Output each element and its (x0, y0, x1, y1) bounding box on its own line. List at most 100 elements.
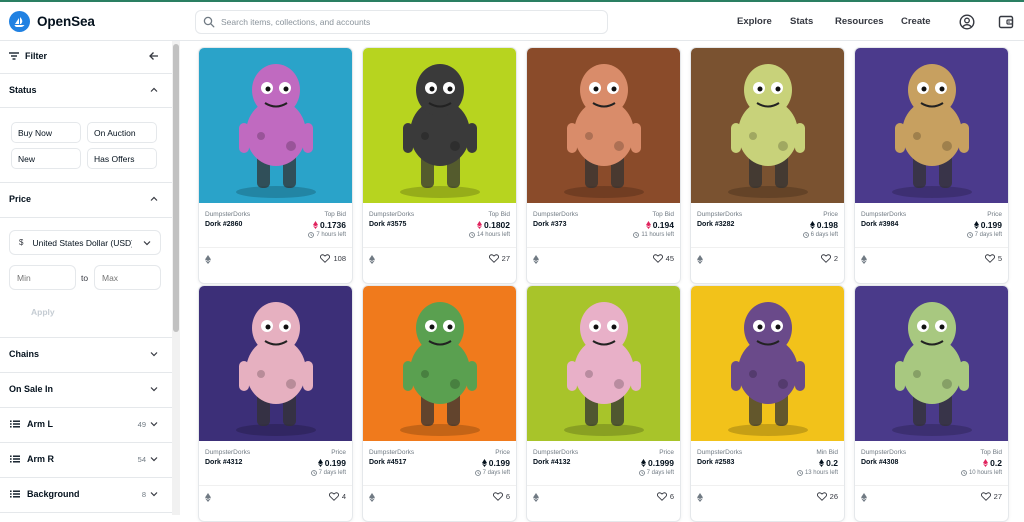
price-value: 0.2 (990, 458, 1002, 468)
divider (363, 485, 516, 486)
clock-icon (966, 232, 973, 238)
ethereum-icon (861, 255, 867, 264)
nft-card[interactable]: DumpsterDorks Dork #373 Top Bid 0.194 11 hou… (526, 47, 681, 284)
on-sale-in-title: On Sale In (9, 384, 54, 394)
price-value: 0.199 (324, 458, 346, 468)
nft-image[interactable] (199, 286, 352, 441)
nft-image[interactable] (691, 286, 844, 441)
item-name[interactable]: Dork #4312 (205, 459, 242, 466)
collection-name[interactable]: DumpsterDorks (205, 211, 250, 218)
nft-card[interactable]: DumpsterDorks Dork #3575 Top Bid 0.1802 14 h… (362, 47, 517, 284)
nft-image[interactable] (199, 48, 352, 203)
card-info: DumpsterDorks Dork #4312 Price 0.199 7 days … (199, 441, 352, 521)
collection-name[interactable]: DumpsterDorks (369, 211, 414, 218)
status-has-offers-chip[interactable]: Has Offers (87, 148, 157, 169)
opensea-logo[interactable]: OpenSea (9, 10, 95, 32)
price-min-input[interactable] (9, 265, 76, 290)
nft-card[interactable]: DumpsterDorks Dork #3282 Price 0.198 6 days … (690, 47, 845, 284)
collection-name[interactable]: DumpsterDorks (697, 211, 742, 218)
status-on-auction-chip[interactable]: On Auction (87, 122, 157, 143)
apply-button[interactable]: Apply (31, 307, 55, 317)
divider (0, 372, 172, 373)
chevron-down-icon (150, 385, 158, 393)
nav-explore[interactable]: Explore (737, 2, 772, 41)
item-name[interactable]: Dork #3984 (861, 221, 898, 228)
favorite-button[interactable]: 6 (656, 492, 674, 501)
nft-image[interactable] (527, 48, 680, 203)
item-name[interactable]: Dork #2583 (697, 459, 734, 466)
ethereum-icon (533, 255, 539, 264)
price: 0.199 (973, 220, 1002, 230)
nft-card[interactable]: DumpsterDorks Dork #4132 Price 0.1999 7 days… (526, 285, 681, 522)
status-section-header[interactable]: Status (0, 83, 172, 97)
on-sale-in-section-header[interactable]: On Sale In (0, 382, 172, 396)
chains-section-header[interactable]: Chains (0, 347, 172, 361)
price-max-input[interactable] (94, 265, 161, 290)
currency-select[interactable]: $ United States Dollar (USD) (9, 230, 161, 255)
divider (0, 107, 172, 108)
collection-name[interactable]: DumpsterDorks (533, 449, 578, 456)
collection-name[interactable]: DumpsterDorks (697, 449, 742, 456)
item-name[interactable]: Dork #4132 (533, 459, 570, 466)
ethereum-icon (533, 493, 539, 502)
collection-name[interactable]: DumpsterDorks (205, 449, 250, 456)
nav-stats[interactable]: Stats (790, 2, 813, 41)
item-name[interactable]: Dork #4308 (861, 459, 898, 466)
nft-image[interactable] (363, 286, 516, 441)
status-title: Status (9, 85, 37, 95)
likes-count: 108 (333, 254, 346, 263)
item-name[interactable]: Dork #373 (533, 221, 566, 228)
favorite-button[interactable]: 6 (492, 492, 510, 501)
favorite-button[interactable]: 4 (328, 492, 346, 501)
favorite-button[interactable]: 27 (980, 492, 1002, 501)
collection-name[interactable]: DumpsterDorks (369, 449, 414, 456)
heart-icon (320, 254, 331, 263)
price-section-header[interactable]: Price (0, 192, 172, 206)
nft-card[interactable]: DumpsterDorks Dork #4312 Price 0.199 7 days … (198, 285, 353, 522)
sidebar-scrollbar-thumb[interactable] (173, 44, 179, 332)
status-new-chip[interactable]: New (11, 148, 81, 169)
divider (691, 485, 844, 486)
collection-name[interactable]: DumpsterDorks (533, 211, 578, 218)
nft-image[interactable] (691, 48, 844, 203)
nft-image[interactable] (855, 48, 1008, 203)
nav-create[interactable]: Create (901, 2, 931, 41)
trait-arm-r[interactable]: Arm R 54 (0, 452, 172, 466)
nft-card[interactable]: DumpsterDorks Dork #3984 Price 0.199 7 days … (854, 47, 1009, 284)
divider (0, 407, 172, 408)
item-name[interactable]: Dork #3575 (369, 221, 406, 228)
item-name[interactable]: Dork #3282 (697, 221, 734, 228)
search-input[interactable] (221, 17, 601, 27)
status-buy-now-chip[interactable]: Buy Now (11, 122, 81, 143)
price: 0.2 (819, 458, 838, 468)
nft-image[interactable] (363, 48, 516, 203)
favorite-button[interactable]: 2 (820, 254, 838, 263)
account-icon[interactable] (959, 14, 975, 30)
nft-card[interactable]: DumpsterDorks Dork #4517 Price 0.199 7 days … (362, 285, 517, 522)
favorite-button[interactable]: 108 (320, 254, 346, 263)
wallet-icon[interactable] (998, 14, 1014, 30)
price: 0.1736 (313, 220, 346, 230)
favorite-button[interactable]: 5 (984, 254, 1002, 263)
trait-background[interactable]: Background 8 (0, 487, 172, 501)
collection-name[interactable]: DumpsterDorks (861, 211, 906, 218)
time-left: 14 hours left (469, 232, 510, 238)
favorite-button[interactable]: 26 (816, 492, 838, 501)
item-name[interactable]: Dork #4517 (369, 459, 406, 466)
nft-image[interactable] (527, 286, 680, 441)
nft-card[interactable]: DumpsterDorks Dork #4308 Top Bid 0.2 10 hour… (854, 285, 1009, 522)
search-bar[interactable] (195, 10, 608, 34)
nft-image[interactable] (855, 286, 1008, 441)
collection-name[interactable]: DumpsterDorks (861, 449, 906, 456)
nav-resources[interactable]: Resources (835, 2, 884, 41)
nft-card[interactable]: DumpsterDorks Dork #2583 Min Bid 0.2 13 hour… (690, 285, 845, 522)
divider (0, 73, 172, 74)
card-info: DumpsterDorks Dork #3282 Price 0.198 6 days … (691, 203, 844, 283)
ethereum-icon (369, 255, 375, 264)
favorite-button[interactable]: 45 (652, 254, 674, 263)
nft-card[interactable]: DumpsterDorks Dork #2860 Top Bid 0.1736 7 ho… (198, 47, 353, 284)
trait-arm-l[interactable]: Arm L 49 (0, 417, 172, 431)
item-name[interactable]: Dork #2860 (205, 221, 242, 228)
collapse-sidebar-icon[interactable] (149, 51, 159, 61)
favorite-button[interactable]: 27 (488, 254, 510, 263)
